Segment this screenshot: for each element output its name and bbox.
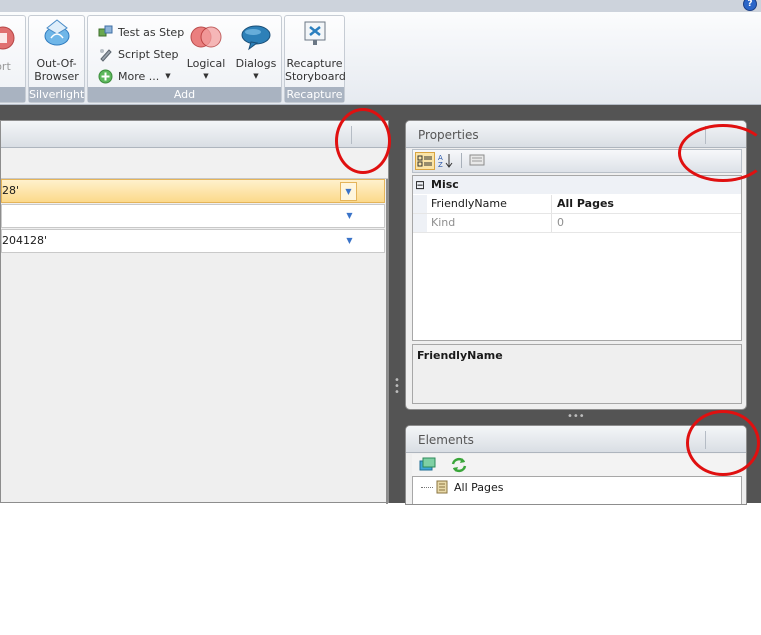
- logical-icon: [190, 26, 222, 48]
- row-dropdown-icon[interactable]: ▼: [340, 182, 357, 201]
- property-pages-icon: [469, 154, 485, 166]
- svg-text:Z: Z: [438, 161, 443, 168]
- script-step-label: Script Step: [118, 47, 179, 61]
- row-dropdown-icon[interactable]: ▼: [342, 232, 357, 249]
- test-as-step-button[interactable]: Test as Step: [98, 22, 184, 42]
- vertical-splitter-grip[interactable]: • • •: [394, 376, 400, 400]
- script-step-button[interactable]: Script Step: [98, 44, 178, 64]
- recapture-group-label: Recapture: [285, 87, 344, 102]
- dialogs-button[interactable]: Dialogs ▼: [234, 22, 278, 83]
- category-label: Misc: [431, 178, 459, 191]
- description-title: FriendlyName: [417, 349, 503, 362]
- steps-panel-right-border: [386, 179, 388, 504]
- table-row[interactable]: ▼: [1, 204, 385, 228]
- collapse-icon[interactable]: ⊟: [415, 176, 425, 194]
- more-label: More ...: [118, 69, 160, 83]
- annotation-circle: [686, 410, 760, 476]
- more-button[interactable]: More ... ▼: [98, 66, 171, 86]
- stop-icon: [0, 26, 15, 50]
- page-icon: [436, 480, 448, 494]
- steps-toolbar: [1, 148, 388, 179]
- add-group-label: Add: [88, 87, 281, 102]
- refresh-icon[interactable]: [450, 456, 468, 474]
- annotation-circle: [335, 108, 391, 174]
- property-value[interactable]: All Pages: [557, 195, 614, 213]
- horizontal-splitter-grip[interactable]: •••: [567, 412, 585, 422]
- ribbon-group-partial: ort: [0, 15, 26, 103]
- sort-az-icon: A Z: [438, 154, 453, 169]
- property-name: Kind: [431, 216, 456, 229]
- ribbon: ort Out-Of- Browser Silverlight Test as …: [0, 12, 761, 105]
- steps-panel: 28' ▼ ▼ 204128' ▼: [0, 120, 389, 504]
- alphabetical-view-button[interactable]: A Z: [437, 152, 455, 169]
- ribbon-group-silverlight: Out-Of- Browser Silverlight: [28, 15, 85, 103]
- test-as-step-label: Test as Step: [118, 25, 185, 39]
- tree-item-label: All Pages: [454, 480, 504, 494]
- dialogs-label: Dialogs: [235, 57, 277, 70]
- out-of-browser-label-1: Out-Of-: [36, 57, 77, 70]
- dialogs-icon: [241, 25, 271, 51]
- row-dropdown-icon[interactable]: ▼: [342, 207, 357, 224]
- silverlight-group-label: Silverlight: [29, 87, 85, 102]
- add-icon: [98, 69, 113, 83]
- recapture-label-2: Storyboard: [285, 70, 346, 83]
- elements-view-icon[interactable]: [418, 456, 436, 474]
- property-row-friendlyname[interactable]: FriendlyName All Pages: [413, 195, 741, 214]
- elements-title: Elements: [418, 433, 474, 447]
- annotation-circle: [678, 124, 761, 182]
- steps-panel-header: [1, 121, 388, 148]
- property-value: 0: [557, 216, 564, 229]
- logical-label: Logical: [186, 57, 226, 70]
- categorized-icon: [417, 155, 432, 167]
- test-step-icon: [98, 25, 113, 36]
- logical-button[interactable]: Logical ▼: [186, 22, 226, 83]
- property-row-kind[interactable]: Kind 0: [413, 214, 741, 233]
- property-name: FriendlyName: [431, 197, 507, 210]
- recapture-storyboard-button[interactable]: Recapture Storyboard: [285, 18, 346, 83]
- storyboard-icon: [304, 21, 325, 45]
- table-row[interactable]: 28' ▼: [1, 179, 385, 203]
- property-description: FriendlyName: [412, 344, 742, 404]
- categorized-view-button[interactable]: [415, 152, 435, 170]
- ribbon-group-add: Test as Step Script Step More ... ▼ Logi…: [87, 15, 282, 103]
- ribbon-group-recapture: Recapture Storyboard Recapture: [284, 15, 346, 103]
- category-row[interactable]: ⊟ Misc: [413, 176, 741, 194]
- properties-title: Properties: [418, 128, 479, 142]
- table-row[interactable]: 204128' ▼: [1, 229, 385, 253]
- property-pages-button[interactable]: [468, 152, 486, 168]
- script-icon: [100, 48, 112, 62]
- row-value: 204128': [2, 234, 48, 247]
- tree-item[interactable]: All Pages: [421, 479, 504, 495]
- recapture-label-1: Recapture: [286, 57, 343, 70]
- globe-icon: [44, 19, 69, 46]
- out-of-browser-label-2: Browser: [34, 70, 79, 83]
- more-dropdown-icon: ▼: [165, 72, 171, 80]
- row-value: 28': [2, 184, 20, 197]
- elements-tree: All Pages: [412, 476, 742, 504]
- property-grid: ⊟ Misc FriendlyName All Pages Kind 0: [412, 175, 742, 341]
- export-button-label[interactable]: ort: [0, 60, 14, 73]
- logical-dropdown-icon: ▼: [203, 72, 209, 80]
- out-of-browser-button[interactable]: Out-Of- Browser: [29, 18, 84, 83]
- dialogs-dropdown-icon: ▼: [253, 72, 259, 80]
